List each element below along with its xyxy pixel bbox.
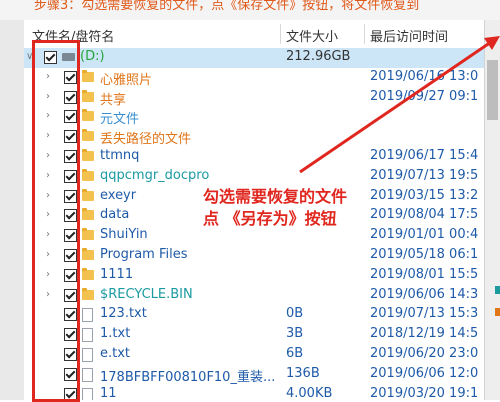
folder-icon: [82, 208, 94, 221]
item-name: exeyr: [100, 187, 137, 203]
file-icon: [82, 367, 93, 382]
folder-icon: [82, 89, 94, 102]
file-row[interactable]: 1.txt 3B 2018/12/19 14:5: [24, 325, 484, 345]
file-row[interactable]: 123.txt 0B 2019/07/13 15:3: [24, 305, 484, 325]
item-date: 2019/09/27 09:1: [370, 88, 479, 104]
item-name: 123.txt: [100, 306, 147, 322]
item-name: 丢失路径的文件: [100, 132, 192, 148]
item-name: Program Files: [100, 246, 188, 262]
item-size: 136B: [286, 365, 320, 381]
item-name: ttmnq: [100, 147, 140, 163]
folder-icon: [82, 267, 94, 280]
item-date: 2019/06/06 12:0: [370, 365, 479, 381]
marker-icon: [495, 286, 500, 294]
item-date: 2019/06/16 13:0: [370, 68, 479, 84]
folder-icon: [82, 247, 94, 260]
folder-row[interactable]: › 1111 2019/08/01 15:5: [24, 266, 484, 286]
item-size: 212.96GB: [286, 49, 351, 64]
folder-icon: [82, 228, 94, 241]
item-name: qqpcmgr_docpro: [100, 167, 210, 183]
folder-row[interactable]: › 丢失路径的文件: [24, 127, 484, 147]
item-name: ShuiYin: [100, 227, 148, 243]
folder-icon: [82, 109, 94, 122]
item-name: 1.txt: [100, 326, 131, 342]
annotation-line-2: 点 《另存为》按钮: [203, 209, 337, 228]
item-size: 4.00KB: [286, 385, 333, 400]
folder-row[interactable]: › Program Files 2019/05/18 06:1: [24, 246, 484, 266]
drive-row[interactable]: ∨ (D:) 212.96GB: [24, 48, 484, 68]
instruction-text: 步骤3：勾选需要恢复的文件，点《保存文件》按钮，将文件恢复到: [34, 0, 420, 13]
size-column-header[interactable]: 文件大小: [286, 26, 338, 45]
left-scroll-area: [0, 20, 25, 400]
folder-row[interactable]: › 元文件: [24, 107, 484, 127]
file-row[interactable]: e.txt 6B 2019/06/20 23:0: [24, 345, 484, 365]
checkbox-highlight-box: [32, 40, 80, 402]
file-row[interactable]: 178BFBFF00810F10_重装... 136B 2019/06/06 12:…: [24, 365, 484, 385]
item-name: 元文件: [100, 112, 140, 128]
column-divider[interactable]: [280, 24, 281, 44]
file-icon: [82, 347, 93, 362]
annotation-text: 勾选需要恢复的文件 点 《另存为》按钮: [203, 186, 403, 230]
item-size: 6B: [286, 345, 304, 361]
item-name: 心雅照片: [100, 72, 153, 88]
item-date: 2019/07/13 15:3: [370, 306, 479, 322]
instruction-banner: 步骤3：勾选需要恢复的文件，点《保存文件》按钮，将文件恢复到: [0, 0, 500, 22]
vertical-scrollbar[interactable]: [484, 20, 500, 400]
folder-icon: [82, 148, 94, 161]
item-name: e.txt: [100, 345, 131, 361]
item-name: 178BFBFF00810F10_重装...: [100, 369, 276, 385]
date-column-header[interactable]: 最后访问时间: [370, 26, 448, 45]
folder-row[interactable]: › 共享 2019/09/27 09:1: [24, 88, 484, 108]
item-date: 2019/03/20 19:1: [370, 385, 479, 400]
column-header: 文件名/盘符名 文件大小 最后访问时间: [24, 20, 484, 49]
folder-icon: [82, 188, 94, 201]
item-name: 1111: [100, 266, 134, 282]
marker-icon: [495, 308, 500, 316]
file-row[interactable]: 11 4.00KB 2019/03/20 19:1: [24, 385, 484, 400]
item-name: (D:): [80, 49, 105, 64]
item-name: data: [100, 207, 130, 223]
item-size: 3B: [286, 326, 304, 342]
item-date: 2019/06/20 23:0: [370, 345, 479, 361]
file-icon: [82, 387, 93, 400]
folder-row[interactable]: › qqpcmgr_docpro 2019/07/13 19:5: [24, 167, 484, 187]
item-size: 0B: [286, 306, 304, 322]
folder-icon: [82, 168, 94, 181]
item-name: 11: [100, 385, 117, 400]
item-name: 共享: [100, 92, 127, 108]
file-icon: [82, 328, 93, 343]
folder-row[interactable]: › ttmnq 2019/06/17 15:4: [24, 147, 484, 167]
folder-icon: [82, 287, 94, 300]
file-icon: [82, 308, 93, 323]
item-date: 2019/06/06 14:3: [370, 286, 479, 302]
scrollbar-thumb[interactable]: [487, 60, 498, 120]
item-date: 2019/05/18 06:1: [370, 246, 479, 262]
column-divider[interactable]: [364, 24, 365, 44]
folder-icon: [82, 129, 94, 142]
folder-row[interactable]: › $RECYCLE.BIN 2019/06/06 14:3: [24, 286, 484, 306]
item-name: $RECYCLE.BIN: [100, 286, 193, 302]
annotation-line-1: 勾选需要恢复的文件: [203, 187, 348, 206]
item-date: 2019/08/01 15:5: [370, 266, 479, 282]
folder-row[interactable]: › 心雅照片 2019/06/16 13:0: [24, 68, 484, 88]
item-date: 2019/07/13 19:5: [370, 167, 479, 183]
item-date: 2018/12/19 14:5: [370, 326, 479, 342]
folder-icon: [82, 69, 94, 82]
item-date: 2019/06/17 15:4: [370, 147, 479, 163]
